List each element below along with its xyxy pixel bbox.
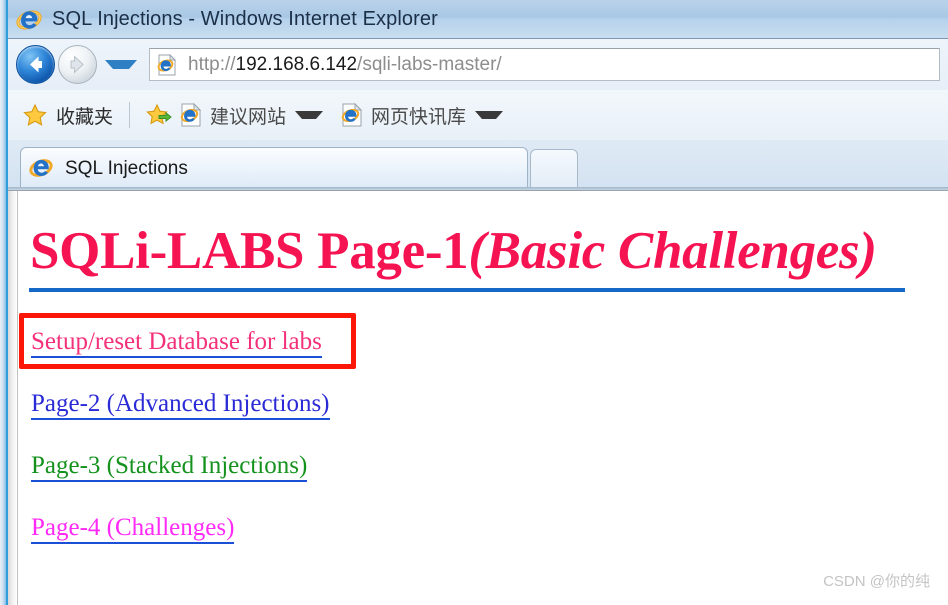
page-title-italic: (Basic Challenges)	[468, 222, 877, 280]
browser-window: SQL Injections - Windows Internet Explor…	[0, 0, 948, 605]
watermark: CSDN @你的纯	[823, 573, 930, 590]
favorites-separator	[129, 102, 131, 128]
page-body: SQLi-LABS Page-1(Basic Challenges) Setup…	[19, 191, 948, 605]
tab-strip: SQL Injections	[8, 140, 948, 190]
fav-item-label: 建议网站	[210, 106, 287, 128]
page-ie-icon	[180, 102, 202, 127]
favorites-bar: 收藏夹 建议网站 网页快讯库	[8, 90, 948, 140]
tab-sql-injections[interactable]: SQL Injections	[20, 147, 528, 190]
forward-arrow-icon	[58, 45, 97, 84]
page-ie-icon	[341, 102, 363, 127]
content-left-rail	[8, 191, 18, 605]
page-title-main: SQLi-LABS Page-1	[30, 222, 469, 280]
navigation-bar: http://192.168.6.142/sqli-labs-master/	[8, 39, 948, 90]
back-arrow-icon[interactable]	[16, 45, 55, 84]
url-path: /sqli-labs-master/	[357, 53, 502, 75]
link-page-2-advanced-injections[interactable]: Page-2 (Advanced Injections)	[31, 390, 330, 421]
add-favorite-button[interactable]	[142, 98, 176, 132]
link-page-4-challenges[interactable]: Page-4 (Challenges)	[31, 514, 235, 545]
ie-logo-icon	[16, 7, 42, 33]
url-host: 192.168.6.142	[235, 53, 358, 75]
favorites-button-label: 收藏夹	[56, 106, 114, 128]
content-frame: SQLi-LABS Page-1(Basic Challenges) Setup…	[8, 190, 948, 605]
fav-item-suggested-sites[interactable]: 建议网站	[176, 98, 327, 132]
page-title: SQLi-LABS Page-1(Basic Challenges)	[30, 221, 877, 281]
page-document-icon	[157, 53, 177, 76]
favorites-button[interactable]: 收藏夹	[18, 98, 117, 132]
star-add-icon	[146, 102, 172, 128]
link-page-3-stacked-injections[interactable]: Page-3 (Stacked Injections)	[31, 452, 308, 483]
new-tab-button[interactable]	[530, 149, 578, 190]
fav-item-web-slice-gallery[interactable]: 网页快讯库	[337, 98, 507, 132]
star-icon	[22, 102, 48, 128]
link-setup-reset-database[interactable]: Setup/reset Database for labs	[31, 328, 322, 359]
window-title: SQL Injections - Windows Internet Explor…	[52, 8, 438, 30]
caret-down-icon[interactable]	[295, 111, 324, 119]
address-bar[interactable]: http://192.168.6.142/sqli-labs-master/	[149, 48, 940, 81]
heading-divider	[29, 288, 905, 292]
caret-down-icon[interactable]	[475, 111, 504, 119]
tab-label: SQL Injections	[65, 158, 188, 179]
title-bar: SQL Injections - Windows Internet Explor…	[8, 0, 948, 39]
url-text: http://192.168.6.142/sqli-labs-master/	[188, 54, 502, 76]
url-scheme: http://	[188, 53, 236, 75]
fav-item-label: 网页快讯库	[371, 106, 467, 128]
ie-logo-icon	[29, 156, 55, 182]
chevron-down-icon[interactable]	[105, 60, 137, 69]
